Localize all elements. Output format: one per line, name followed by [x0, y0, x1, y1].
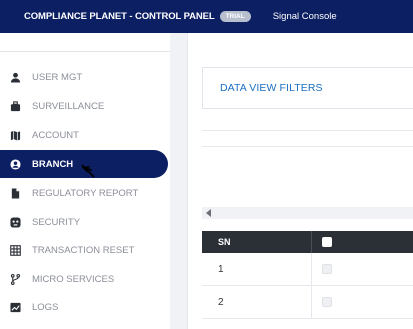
sidebar-item-label: BRANCH: [32, 158, 74, 170]
table-row[interactable]: 1: [202, 252, 413, 286]
signal-console-link[interactable]: Signal Console: [273, 11, 337, 22]
top-bar: COMPLIANCE PLANET - CONTROL PANEL TRIAL …: [0, 0, 413, 33]
user-icon: [9, 71, 21, 83]
divider: [202, 146, 413, 147]
data-view-filters-title[interactable]: DATA VIEW FILTERS: [220, 82, 323, 94]
select-all-checkbox[interactable]: [322, 237, 332, 247]
sidebar-item-micro-services[interactable]: MICRO SERVICES: [0, 265, 170, 293]
document-icon: [9, 187, 21, 199]
trial-badge: TRIAL: [219, 10, 251, 23]
row-checkbox[interactable]: [322, 264, 332, 274]
sidebar-item-user-mgt[interactable]: USER MGT: [0, 63, 170, 91]
sidebar-item-label: USER MGT: [32, 71, 83, 83]
sidebar-item-label: SECURITY: [32, 216, 81, 228]
sidebar-divider: [0, 51, 170, 52]
row-checkbox-cell[interactable]: [312, 297, 332, 307]
chart-icon: [9, 301, 21, 313]
sidebar-item-label: MICRO SERVICES: [32, 273, 115, 285]
sidebar-item-surveillance[interactable]: SURVEILLANCE: [0, 92, 170, 120]
sidebar-item-regulatory-report[interactable]: REGULATORY REPORT: [0, 179, 170, 207]
sidebar-item-label: LOGS: [32, 301, 59, 313]
main-area: DATA VIEW FILTERS SN 1 2: [170, 33, 413, 329]
map-icon: [9, 129, 21, 141]
sidebar-item-logs[interactable]: LOGS: [0, 293, 170, 321]
filter-card[interactable]: DATA VIEW FILTERS: [202, 67, 413, 109]
sidebar-item-label: SURVEILLANCE: [32, 100, 105, 112]
sidebar-item-transaction-reset[interactable]: TRANSACTION RESET: [0, 236, 170, 264]
sidebar-item-account[interactable]: ACCOUNT: [0, 121, 170, 149]
app-title: COMPLIANCE PLANET - CONTROL PANEL: [24, 11, 215, 22]
horizontal-scrollbar[interactable]: [202, 207, 413, 219]
briefcase-icon: [9, 100, 21, 112]
grid-icon: [9, 244, 21, 256]
sidebar-item-security[interactable]: SECURITY: [0, 208, 170, 236]
content-panel: DATA VIEW FILTERS SN 1 2: [187, 33, 413, 329]
sidebar: USER MGT SURVEILLANCE ACCOUNT BRANCH REG…: [0, 33, 170, 329]
row-sn: 2: [202, 285, 312, 319]
data-table: SN 1 2: [202, 231, 413, 319]
sidebar-item-label: TRANSACTION RESET: [32, 244, 135, 256]
row-checkbox[interactable]: [322, 297, 332, 307]
shield-icon: [9, 216, 21, 228]
divider: [202, 130, 413, 131]
sidebar-item-label: REGULATORY REPORT: [32, 187, 139, 199]
table-header: SN: [202, 231, 413, 253]
column-header-select-all[interactable]: [312, 231, 332, 253]
sidebar-item-label: ACCOUNT: [32, 129, 79, 141]
row-checkbox-cell[interactable]: [312, 264, 332, 274]
branch-icon: [9, 273, 21, 285]
column-header-sn[interactable]: SN: [202, 231, 312, 253]
scroll-left-icon[interactable]: [206, 209, 211, 217]
mouse-cursor-icon: [81, 164, 95, 178]
row-sn: 1: [202, 252, 312, 286]
table-row[interactable]: 2: [202, 285, 413, 319]
user-circle-icon: [9, 158, 21, 170]
